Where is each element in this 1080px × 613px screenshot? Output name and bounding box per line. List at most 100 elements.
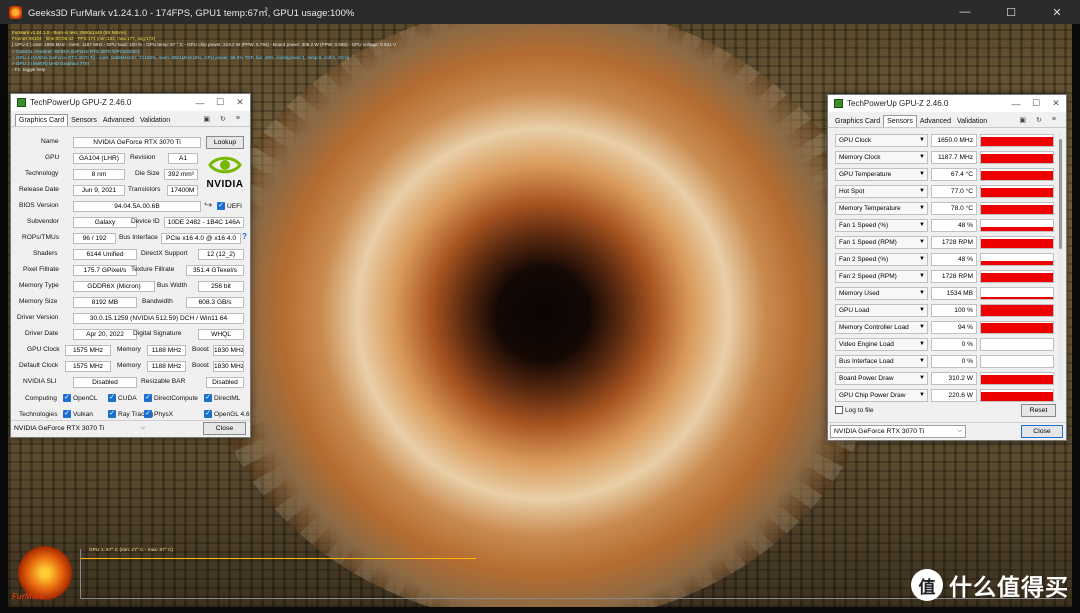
- sensor-name-dropdown[interactable]: Memory Controller Load ▼: [835, 321, 928, 334]
- tab-graphics-card[interactable]: Graphics Card: [832, 116, 883, 127]
- refresh-icon[interactable]: ↻: [1036, 116, 1042, 124]
- gpu-select-dropdown[interactable]: NVIDIA GeForce RTX 3070 Ti ⌵: [830, 425, 966, 438]
- sensor-name-dropdown[interactable]: Fan 2 Speed (RPM) ▼: [835, 270, 928, 283]
- tab-sensors[interactable]: Sensors: [883, 115, 917, 127]
- sensor-name-dropdown[interactable]: Fan 1 Speed (%) ▼: [835, 219, 928, 232]
- sensor-graph-fill: [981, 261, 1053, 265]
- scrollbar-thumb[interactable]: [1059, 139, 1062, 249]
- memory-type-field: GDDR6X (Micron): [73, 281, 155, 292]
- sensor-name-dropdown[interactable]: GPU Load ▼: [835, 304, 928, 317]
- gpu-select-dropdown[interactable]: NVIDIA GeForce RTX 3070 Ti ⌵: [11, 423, 148, 436]
- check-icon: ✓: [204, 394, 212, 402]
- sensor-scrollbar[interactable]: [1058, 133, 1063, 401]
- technologies-checkbox-vulkan[interactable]: ✓ Vulkan: [63, 410, 93, 418]
- close-button[interactable]: ✕: [1046, 98, 1066, 109]
- sensor-row: Fan 2 Speed (RPM) ▼ 1728 RPM: [835, 269, 1057, 284]
- close-button[interactable]: ✕: [1034, 0, 1080, 24]
- sensor-name-dropdown[interactable]: Fan 1 Speed (RPM) ▼: [835, 236, 928, 249]
- close-button[interactable]: ✕: [230, 97, 250, 108]
- chevron-down-icon: ▼: [919, 392, 925, 398]
- maximize-button[interactable]: ☐: [210, 97, 230, 108]
- computing-checkbox-directml[interactable]: ✓ DirectML: [204, 394, 240, 402]
- directx-field: 12 (12_2): [198, 249, 244, 260]
- sensor-row: Memory Temperature ▼ 78.0 °C: [835, 201, 1057, 216]
- help-icon[interactable]: ?: [242, 232, 247, 241]
- check-icon: ✓: [144, 410, 152, 418]
- gpuz-titlebar[interactable]: TechPowerUp GPU-Z 2.46.0 — ☐ ✕: [828, 95, 1066, 112]
- tab-graphics-card[interactable]: Graphics Card: [15, 114, 69, 126]
- sensor-name-dropdown[interactable]: Bus Interface Load ▼: [835, 355, 928, 368]
- reset-button[interactable]: Reset: [1021, 404, 1056, 417]
- chevron-down-icon: ▼: [919, 324, 925, 330]
- sensor-value: 0 %: [931, 355, 977, 368]
- resizable-bar-label: Resizable BAR: [141, 378, 186, 385]
- tab-validation[interactable]: Validation: [954, 116, 990, 127]
- close-dialog-button[interactable]: Close: [1021, 425, 1063, 438]
- sensor-name-dropdown[interactable]: Hot Spot ▼: [835, 185, 928, 198]
- sensor-name: GPU Load: [839, 307, 870, 314]
- computing-checkbox-opencl[interactable]: ✓ OpenCL: [63, 394, 98, 402]
- close-dialog-button[interactable]: Close: [203, 422, 246, 435]
- maximize-button[interactable]: ☐: [1026, 98, 1046, 109]
- gpuz-sensors-footer: NVIDIA GeForce RTX 3070 Ti ⌵ Close: [828, 422, 1066, 441]
- sensor-graph: [980, 236, 1054, 249]
- sensor-row: GPU Clock ▼ 1650.0 MHz: [835, 133, 1057, 148]
- technologies-label: Technologies: [19, 411, 58, 418]
- driver-version-field: 30.0.15.1259 (NVIDIA 512.59) DCH / Win11…: [73, 313, 244, 324]
- sensor-graph-fill: [981, 272, 1053, 282]
- sensor-value: 77.0 °C: [931, 185, 977, 198]
- minimize-button[interactable]: —: [190, 98, 210, 108]
- sensor-name-dropdown[interactable]: GPU Clock ▼: [835, 134, 928, 147]
- overlay-line: - F1: toggle help: [12, 67, 46, 73]
- computing-checkbox-directcompute[interactable]: ✓ DirectCompute: [144, 394, 198, 402]
- sensor-name-dropdown[interactable]: Memory Temperature ▼: [835, 202, 928, 215]
- sli-label: NVIDIA SLI: [23, 378, 57, 385]
- rops-tmus-label: ROPs/TMUs: [22, 234, 59, 241]
- checkbox-label: DirectML: [214, 394, 241, 402]
- tab-advanced[interactable]: Advanced: [100, 115, 137, 126]
- menu-icon[interactable]: ≡: [1052, 116, 1056, 124]
- share-icon[interactable]: ↪: [204, 200, 212, 211]
- lookup-button[interactable]: Lookup: [206, 136, 244, 149]
- sensor-row: Memory Used ▼ 1534 MB: [835, 286, 1057, 301]
- camera-icon[interactable]: ▣: [1019, 116, 1026, 124]
- gpu-field: GA104 (LHR): [73, 153, 125, 164]
- gpuz-titlebar[interactable]: TechPowerUp GPU-Z 2.46.0 — ☐ ✕: [11, 94, 250, 111]
- uefi-checkbox[interactable]: ✓ UEFI: [217, 202, 242, 210]
- tab-sensors[interactable]: Sensors: [68, 115, 100, 126]
- computing-checkbox-cuda[interactable]: ✓ CUDA: [108, 394, 137, 402]
- sensor-name-dropdown[interactable]: Board Power Draw ▼: [835, 372, 928, 385]
- sensor-value: 1728 RPM: [931, 270, 977, 283]
- maximize-button[interactable]: ☐: [988, 0, 1034, 24]
- bus-width-field: 256 bit: [198, 281, 244, 292]
- watermark-icon: 值: [911, 569, 943, 601]
- sensor-name-dropdown[interactable]: Fan 2 Speed (%) ▼: [835, 253, 928, 266]
- sensor-row: Fan 1 Speed (%) ▼ 48 %: [835, 218, 1057, 233]
- refresh-icon[interactable]: ↻: [220, 115, 226, 123]
- chevron-down-icon: ▼: [919, 375, 925, 381]
- tab-advanced[interactable]: Advanced: [917, 116, 954, 127]
- gpuz-window-title: TechPowerUp GPU-Z 2.46.0: [847, 99, 949, 108]
- minimize-button[interactable]: —: [942, 0, 988, 24]
- sensor-name-dropdown[interactable]: Memory Clock ▼: [835, 151, 928, 164]
- sensor-name-dropdown[interactable]: GPU Temperature ▼: [835, 168, 928, 181]
- gpuz-tab-bar: Graphics Card Sensors Advanced Validation ▣…: [828, 112, 1066, 128]
- checkbox-label: Vulkan: [73, 410, 93, 418]
- log-to-file-checkbox[interactable]: Log to file: [835, 406, 874, 414]
- minimize-button[interactable]: —: [1006, 99, 1026, 109]
- furmark-titlebar[interactable]: Geeks3D FurMark v1.24.1.0 - 174FPS, GPU1…: [0, 0, 1080, 24]
- toolbar-icons: ▣ ↻ ≡: [1019, 116, 1066, 127]
- gpu-clock-label: GPU Clock: [27, 346, 60, 353]
- sensor-name-dropdown[interactable]: Video Engine Load ▼: [835, 338, 928, 351]
- sensor-name-dropdown[interactable]: GPU Chip Power Draw ▼: [835, 389, 928, 402]
- camera-icon[interactable]: ▣: [203, 115, 210, 123]
- memory-size-label: Memory Size: [19, 298, 58, 305]
- technologies-checkbox-physx[interactable]: ✓ PhysX: [144, 410, 173, 418]
- sensor-row: Fan 2 Speed (%) ▼ 48 %: [835, 252, 1057, 267]
- sensor-graph: [980, 168, 1054, 181]
- tab-validation[interactable]: Validation: [137, 115, 173, 126]
- menu-icon[interactable]: ≡: [236, 115, 240, 123]
- sensor-name-dropdown[interactable]: Memory Used ▼: [835, 287, 928, 300]
- technologies-checkbox-opengl-4-6[interactable]: ✓ OpenGL 4.6: [204, 410, 250, 418]
- device-id-label: Device ID: [131, 218, 160, 225]
